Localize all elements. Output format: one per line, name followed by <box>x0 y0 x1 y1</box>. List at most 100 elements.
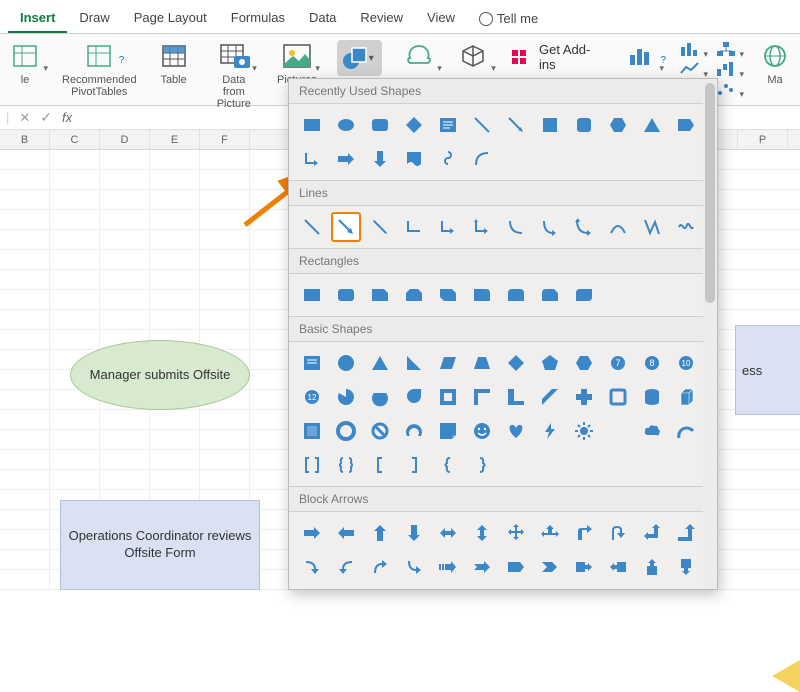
shape-arrow-down-callout[interactable] <box>671 552 701 582</box>
shape-heptagon[interactable]: 7 <box>603 348 633 378</box>
shape-arrow-pentagon[interactable] <box>501 552 531 582</box>
group-table[interactable]: Table <box>157 40 191 86</box>
shape-right-arrow-recent[interactable] <box>331 144 361 174</box>
group-3d-models[interactable]: ▾ <box>456 40 490 72</box>
shape-rect-round-snip[interactable] <box>535 280 565 310</box>
tab-draw[interactable]: Draw <box>67 4 121 33</box>
shape-diamond[interactable] <box>399 110 429 140</box>
shape-textbox-2[interactable] <box>297 348 327 378</box>
shape-pie[interactable] <box>331 382 361 412</box>
shape-rect-round-1[interactable] <box>467 280 497 310</box>
shape-rect-rounded[interactable] <box>331 280 361 310</box>
shape-smiley[interactable] <box>467 416 497 446</box>
shape-arrow-curved-up[interactable] <box>365 552 395 582</box>
shape-donut[interactable] <box>331 416 361 446</box>
shape-no-symbol[interactable] <box>365 416 395 446</box>
shape-frame[interactable] <box>433 382 463 412</box>
shape-freeform-line[interactable] <box>637 212 667 242</box>
shape-lightning[interactable] <box>535 416 565 446</box>
shape-arrow-leftright[interactable] <box>433 518 463 548</box>
group-shapes[interactable]: ▾ <box>337 40 382 76</box>
shape-folded-corner[interactable] <box>433 416 463 446</box>
shape-brace-right[interactable] <box>467 450 497 480</box>
shape-elbow-connector[interactable] <box>399 212 429 242</box>
shape-arrow-right[interactable] <box>297 518 327 548</box>
shape-triangle[interactable] <box>365 348 395 378</box>
shape-arc[interactable] <box>671 416 701 446</box>
shape-scribble[interactable] <box>671 212 701 242</box>
shape-arrow-notched-right[interactable] <box>467 552 497 582</box>
shape-curve-connector[interactable] <box>501 212 531 242</box>
shape-half-frame[interactable] <box>467 382 497 412</box>
shape-arrow-bentup[interactable] <box>671 518 701 548</box>
shape-can[interactable] <box>637 382 667 412</box>
shape-bracket-right[interactable] <box>399 450 429 480</box>
addins-row[interactable]: Get Add-ins <box>510 42 604 72</box>
cancel-formula-button[interactable]: ✕ <box>19 110 30 126</box>
shape-rect-snip-diag[interactable] <box>433 280 463 310</box>
shape-curve[interactable] <box>603 212 633 242</box>
shape-bevel[interactable] <box>297 416 327 446</box>
shape-line[interactable] <box>467 110 497 140</box>
shape-arrow-updown[interactable] <box>467 518 497 548</box>
group-pivottable-cut[interactable]: ▾ le <box>8 40 42 86</box>
group-recommended-pivottables[interactable]: ? Recommended PivotTables <box>62 40 137 98</box>
shape-arrow-bent[interactable] <box>569 518 599 548</box>
shape-arrow-curved-down[interactable] <box>399 552 429 582</box>
shape-rect-snip-1[interactable] <box>365 280 395 310</box>
shape-bracket-left[interactable] <box>365 450 395 480</box>
shape-moon[interactable] <box>603 416 633 446</box>
fx-label[interactable]: fx <box>62 110 72 125</box>
shape-flowchart-doc[interactable] <box>399 144 429 174</box>
shape-arrow-left-callout[interactable] <box>603 552 633 582</box>
col-e[interactable]: E <box>150 130 200 149</box>
shape-arrow-uturn[interactable] <box>603 518 633 548</box>
shape-pentagon[interactable] <box>535 348 565 378</box>
accept-formula-button[interactable]: ✓ <box>40 109 52 126</box>
group-icons[interactable]: ▾ <box>402 40 436 72</box>
shape-cube[interactable] <box>671 382 701 412</box>
shape-arc-recent[interactable] <box>467 144 497 174</box>
shape-cross[interactable] <box>569 382 599 412</box>
shape-dodecagon[interactable]: 12 <box>297 382 327 412</box>
shape-square[interactable] <box>535 110 565 140</box>
hierarchy-chart-icon[interactable]: ▾ <box>714 40 738 58</box>
shape-line-arrow-recent[interactable] <box>501 110 531 140</box>
tab-insert[interactable]: Insert <box>8 4 67 33</box>
shape-arrow-down[interactable] <box>399 518 429 548</box>
shape-arrow-leftrightup[interactable] <box>535 518 565 548</box>
shape-rounded-square[interactable] <box>569 110 599 140</box>
tellme-search[interactable]: Tell me <box>467 4 550 33</box>
shape-freeform[interactable] <box>433 144 463 174</box>
tab-view[interactable]: View <box>415 4 467 33</box>
shape-line-plain[interactable] <box>297 212 327 242</box>
shape-teardrop[interactable] <box>399 382 429 412</box>
shape-oval[interactable] <box>331 110 361 140</box>
shape-hexagon-recent[interactable] <box>603 110 633 140</box>
shape-rect-round-2[interactable] <box>501 280 531 310</box>
shape-diag-stripe[interactable] <box>535 382 565 412</box>
col-b[interactable]: B <box>0 130 50 149</box>
group-chart-1[interactable]: ?▾ <box>624 40 658 72</box>
shape-line-double-arrow[interactable] <box>365 212 395 242</box>
waterfall-chart-icon[interactable]: ▾ <box>714 60 738 78</box>
shape-rect-1[interactable] <box>297 280 327 310</box>
shape-arrow-up[interactable] <box>365 518 395 548</box>
shape-oval-manager[interactable]: Manager submits Offsite <box>70 340 250 410</box>
scrollbar-thumb[interactable] <box>705 83 715 303</box>
shape-arrow-right-callout[interactable] <box>569 552 599 582</box>
shape-arrow-curved-left[interactable] <box>331 552 361 582</box>
shape-l[interactable] <box>501 382 531 412</box>
line-chart-icon[interactable]: ▾ <box>678 60 702 78</box>
shape-elbow-arrow-connector[interactable] <box>433 212 463 242</box>
shape-circle[interactable] <box>331 348 361 378</box>
col-d[interactable]: D <box>100 130 150 149</box>
shape-curve-arrow-connector[interactable] <box>535 212 565 242</box>
shape-chord[interactable] <box>365 382 395 412</box>
shape-elbow-double-arrow[interactable] <box>467 212 497 242</box>
shape-arrow-chevron[interactable] <box>535 552 565 582</box>
col-f[interactable]: F <box>200 130 250 149</box>
shape-curve-double-arrow[interactable] <box>569 212 599 242</box>
tab-review[interactable]: Review <box>348 4 415 33</box>
shape-rounded-rect[interactable] <box>365 110 395 140</box>
